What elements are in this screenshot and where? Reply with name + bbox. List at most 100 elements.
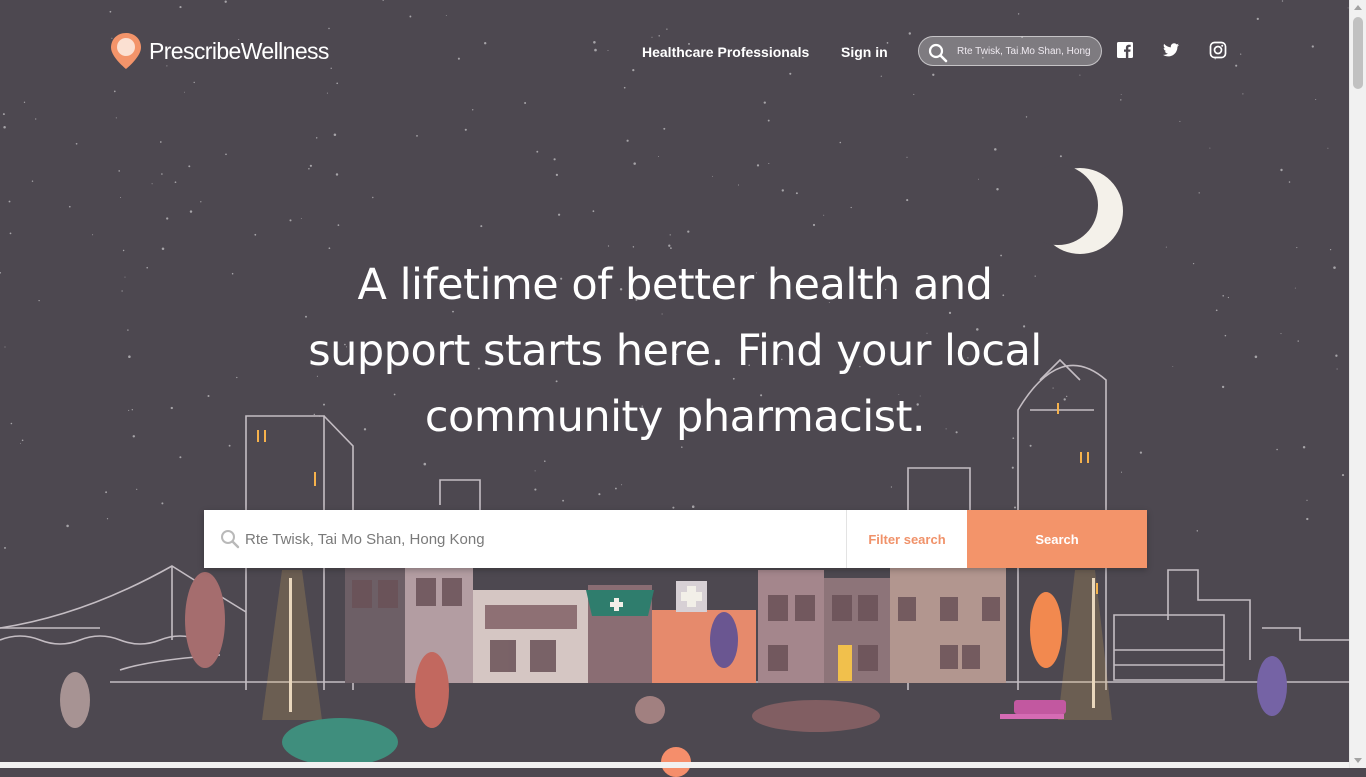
star bbox=[106, 518, 109, 520]
star bbox=[336, 82, 339, 85]
star bbox=[189, 210, 193, 213]
star bbox=[555, 173, 559, 177]
star bbox=[480, 225, 483, 228]
brand-logo[interactable]: PrescribeWellness bbox=[110, 32, 329, 70]
star bbox=[607, 245, 610, 247]
star bbox=[113, 90, 116, 93]
horizontal-scrollbar[interactable] bbox=[0, 762, 1350, 768]
star bbox=[445, 14, 447, 16]
star bbox=[337, 224, 340, 226]
star bbox=[598, 493, 601, 496]
star bbox=[207, 394, 210, 398]
star bbox=[31, 180, 34, 182]
star bbox=[1079, 74, 1081, 76]
star bbox=[38, 299, 40, 302]
door bbox=[838, 645, 852, 681]
star bbox=[128, 409, 130, 411]
star bbox=[823, 214, 825, 216]
search-button[interactable]: Search bbox=[967, 510, 1147, 568]
star bbox=[850, 206, 852, 209]
header-search[interactable] bbox=[918, 36, 1102, 66]
star bbox=[161, 173, 163, 175]
star bbox=[200, 201, 202, 203]
star bbox=[1256, 17, 1259, 21]
star bbox=[1196, 530, 1199, 532]
facebook-icon[interactable] bbox=[1116, 41, 1134, 59]
star bbox=[1333, 266, 1336, 269]
star bbox=[225, 153, 227, 156]
star bbox=[621, 484, 623, 486]
star bbox=[170, 406, 173, 410]
star bbox=[4, 346, 6, 348]
star bbox=[1025, 116, 1028, 118]
scrollbar-thumb[interactable] bbox=[1353, 17, 1363, 89]
star bbox=[1179, 120, 1181, 122]
star bbox=[1315, 98, 1317, 101]
star bbox=[161, 247, 165, 251]
star bbox=[1017, 13, 1020, 15]
star bbox=[795, 192, 798, 195]
star bbox=[159, 141, 162, 143]
star bbox=[92, 234, 94, 236]
star bbox=[2, 113, 5, 116]
search-icon bbox=[928, 43, 948, 63]
star bbox=[300, 217, 302, 219]
star bbox=[1302, 446, 1306, 449]
star bbox=[1172, 366, 1174, 367]
star bbox=[763, 101, 766, 104]
location-search-input[interactable] bbox=[245, 526, 835, 552]
star bbox=[593, 41, 596, 44]
star bbox=[670, 247, 672, 249]
star bbox=[4, 546, 6, 549]
star bbox=[127, 329, 129, 331]
star bbox=[524, 102, 527, 104]
filter-search-button[interactable]: Filter search bbox=[847, 510, 967, 568]
star bbox=[1306, 517, 1309, 521]
scroll-down-arrow-icon[interactable] bbox=[1354, 758, 1362, 763]
star bbox=[1254, 355, 1258, 359]
star bbox=[193, 81, 195, 84]
vertical-scrollbar[interactable] bbox=[1349, 0, 1366, 768]
star bbox=[8, 200, 11, 203]
star bbox=[179, 6, 182, 9]
star bbox=[166, 217, 169, 220]
star bbox=[669, 234, 671, 236]
star bbox=[372, 196, 374, 199]
star bbox=[1240, 53, 1242, 55]
star bbox=[1198, 192, 1200, 194]
star bbox=[121, 290, 123, 292]
star bbox=[75, 142, 78, 145]
star bbox=[632, 68, 635, 72]
star bbox=[315, 137, 318, 139]
star bbox=[906, 199, 909, 202]
star bbox=[996, 187, 999, 191]
star bbox=[623, 86, 626, 89]
star bbox=[1242, 93, 1244, 95]
star bbox=[534, 470, 536, 472]
star bbox=[812, 223, 816, 227]
star bbox=[124, 276, 126, 278]
star bbox=[1059, 155, 1062, 158]
star bbox=[1013, 506, 1017, 509]
star bbox=[1296, 247, 1298, 249]
star bbox=[118, 170, 120, 172]
instagram-icon[interactable] bbox=[1209, 41, 1227, 59]
star bbox=[553, 158, 556, 161]
star bbox=[326, 92, 328, 94]
star bbox=[592, 210, 595, 213]
star bbox=[1235, 64, 1238, 67]
twitter-icon[interactable] bbox=[1162, 41, 1180, 59]
nav-sign-in[interactable]: Sign in bbox=[841, 44, 888, 60]
star bbox=[908, 32, 911, 35]
star bbox=[416, 135, 418, 137]
star bbox=[131, 409, 133, 411]
scroll-up-arrow-icon[interactable] bbox=[1354, 5, 1362, 10]
nav-healthcare-professionals[interactable]: Healthcare Professionals bbox=[642, 44, 809, 60]
star bbox=[423, 462, 427, 466]
star bbox=[254, 233, 257, 236]
star bbox=[562, 499, 565, 502]
star bbox=[737, 184, 740, 186]
header-search-input[interactable] bbox=[957, 42, 1093, 60]
star bbox=[132, 435, 136, 438]
star bbox=[1120, 94, 1122, 95]
